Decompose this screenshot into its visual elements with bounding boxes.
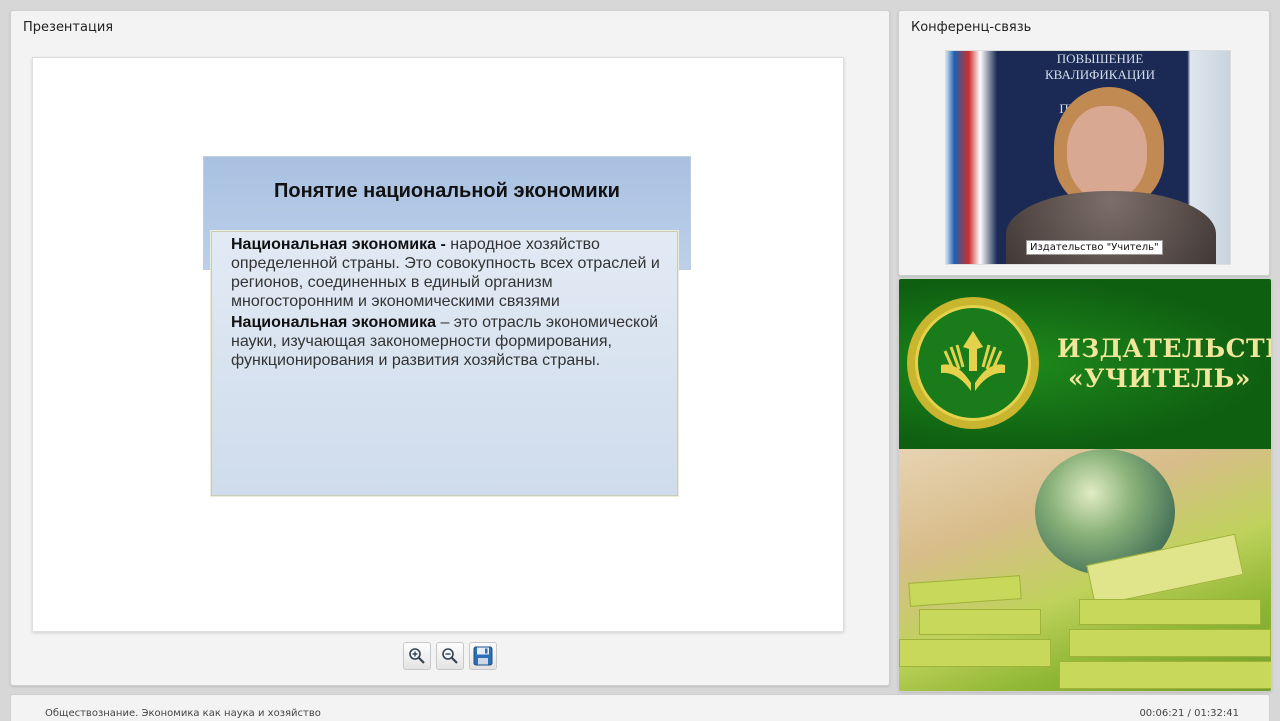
- zoom-out-button[interactable]: [436, 642, 464, 670]
- slide-body: Национальная экономика - народное хозяйс…: [211, 231, 678, 496]
- book-emblem-icon: [941, 331, 1005, 391]
- slide-toolbar: [403, 642, 497, 670]
- publisher-banner: ИЗДАТЕЛЬСТВО «УЧИТЕЛЬ»: [898, 278, 1272, 692]
- book-7: [1059, 661, 1271, 689]
- book-1: [908, 575, 1022, 607]
- book-6: [1069, 629, 1271, 657]
- presentation-title: Презентация: [23, 20, 114, 35]
- conference-title: Конференц-связь: [911, 20, 1032, 35]
- zoom-in-button[interactable]: [403, 642, 431, 670]
- publisher-logo: [907, 297, 1039, 429]
- banner-line-1: ПОВЫШЕНИЕ: [1056, 51, 1144, 66]
- video-feed[interactable]: ПОВЫШЕНИЕ КВАЛИФИКАЦИИ ПРОФ...ЬНАЯ ...ОВ…: [945, 50, 1231, 265]
- books-globe-image: [899, 449, 1271, 691]
- definition-1: Национальная экономика - народное хозяйс…: [231, 235, 677, 311]
- slide-viewer[interactable]: Понятие национальной экономики Националь…: [32, 57, 844, 632]
- publisher-logo-inner: [915, 305, 1031, 421]
- publisher-name: ИЗДАТЕЛЬСТВО «УЧИТЕЛЬ»: [1057, 334, 1271, 394]
- presentation-panel: Презентация Понятие национальной экономи…: [10, 10, 890, 686]
- slide-heading: Понятие национальной экономики: [274, 180, 620, 202]
- book-3: [899, 639, 1051, 667]
- book-5: [1079, 599, 1261, 625]
- banner-line-2: КВАЛИФИКАЦИИ: [1045, 67, 1155, 82]
- course-title: Обществознание. Экономика как наука и хо…: [45, 708, 321, 719]
- definition-2-term: Национальная экономика: [231, 314, 437, 331]
- book-2: [919, 609, 1041, 635]
- speaker-face: [1067, 106, 1147, 201]
- playback-time: 00:06:21 / 01:32:41: [1139, 708, 1239, 719]
- conference-panel: Конференц-связь ПОВЫШЕНИЕ КВАЛИФИКАЦИИ П…: [898, 10, 1270, 276]
- zoom-out-icon: [442, 648, 458, 664]
- definition-1-term: Национальная экономика -: [231, 236, 446, 253]
- player-footer: Обществознание. Экономика как наука и хо…: [10, 694, 1270, 721]
- zoom-in-icon: [409, 648, 425, 664]
- publisher-name-line-1: ИЗДАТЕЛЬСТВО: [1057, 334, 1271, 363]
- video-caption: Издательство "Учитель": [1026, 240, 1163, 255]
- floppy-disk-icon: [473, 646, 493, 666]
- definition-2: Национальная экономика – это отрасль эко…: [231, 313, 677, 370]
- publisher-name-line-2: «УЧИТЕЛЬ»: [1068, 364, 1251, 393]
- save-button[interactable]: [469, 642, 497, 670]
- publisher-header: ИЗДАТЕЛЬСТВО «УЧИТЕЛЬ»: [899, 279, 1271, 449]
